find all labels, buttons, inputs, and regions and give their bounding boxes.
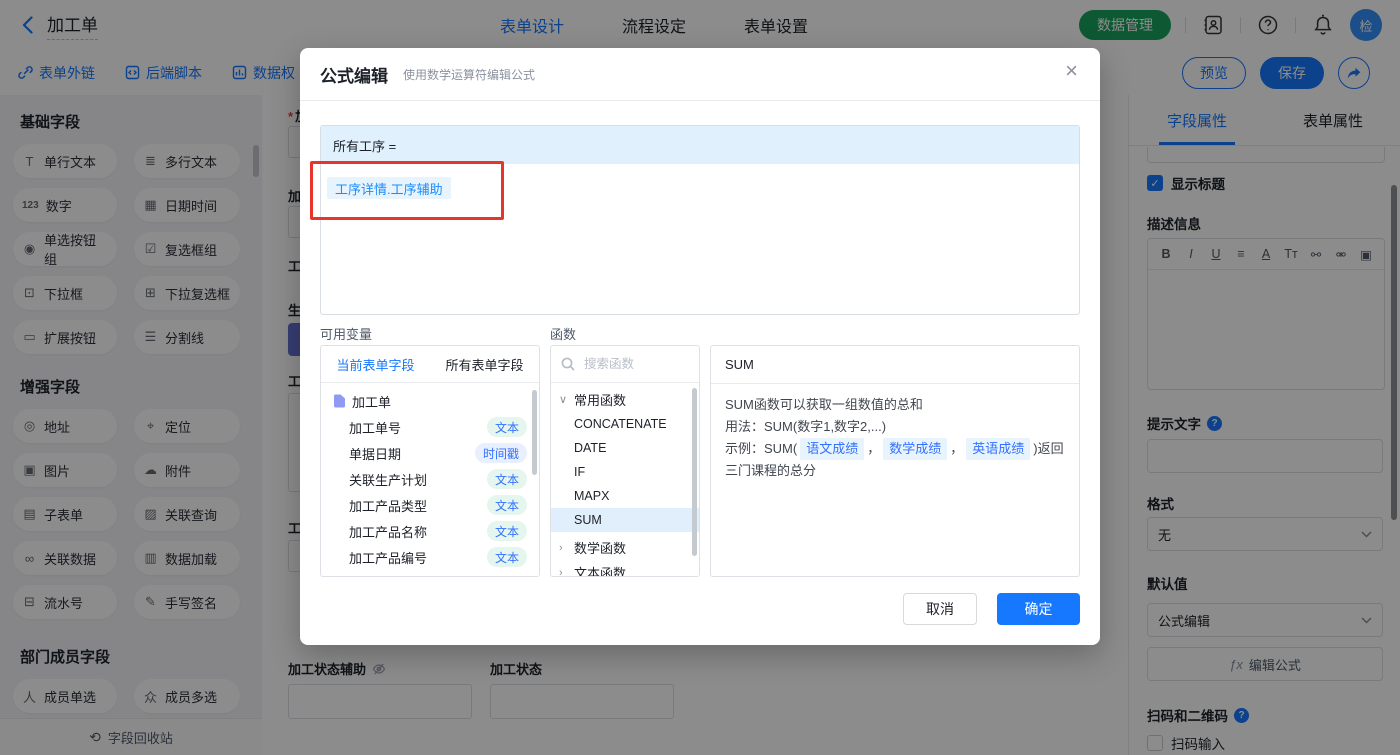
function-item[interactable]: IF bbox=[551, 460, 699, 484]
close-icon[interactable]: × bbox=[1065, 60, 1078, 82]
function-item[interactable]: MAPX bbox=[551, 484, 699, 508]
chevron-closed-icon: › bbox=[559, 541, 563, 554]
example-chip: 数学成绩 bbox=[883, 438, 948, 460]
variable-row[interactable]: 关联生产计划 文本 bbox=[321, 466, 539, 492]
form-icon bbox=[334, 394, 345, 408]
type-badge: 文本 bbox=[486, 495, 527, 515]
function-item[interactable]: CONCATENATE bbox=[551, 412, 699, 436]
example-chip: 英语成绩 bbox=[966, 438, 1031, 460]
functions-panel: ∨常用函数 CONCATENATE DATE IF MAPX SUM ›数学函数… bbox=[550, 345, 700, 577]
function-description: SUM函数可以获取一组数值的总和 bbox=[725, 397, 923, 412]
function-item[interactable]: DATE bbox=[551, 436, 699, 460]
variables-label: 可用变量 bbox=[320, 327, 373, 342]
app-screen: 加工单 表单设计 流程设定 表单设置 数据管理 检 表单外链 后端脚本 数据权 … bbox=[0, 0, 1400, 755]
formula-editor[interactable]: 所有工序 = bbox=[320, 125, 1080, 315]
function-example: 示例：SUM(语文成绩，数学成绩，英语成绩)返回三门课程的总分 bbox=[725, 438, 1065, 482]
variable-row[interactable]: 加工单号 文本 bbox=[321, 414, 539, 440]
variable-row[interactable]: 加工产品编号 文本 bbox=[321, 544, 539, 570]
modal-subtitle: 使用数学运算符编辑公式 bbox=[403, 67, 536, 82]
chevron-closed-icon: › bbox=[559, 566, 563, 577]
tab-current-form-fields[interactable]: 当前表单字段 bbox=[321, 355, 430, 374]
group-common-functions[interactable]: ∨ 常用函数 bbox=[551, 387, 699, 412]
function-search-input[interactable] bbox=[582, 356, 686, 372]
function-item-selected[interactable]: SUM bbox=[551, 508, 699, 532]
type-badge: 文本 bbox=[486, 547, 527, 567]
tab-all-form-fields[interactable]: 所有表单字段 bbox=[430, 355, 539, 374]
variable-row[interactable]: 加工产品类型 文本 bbox=[321, 492, 539, 518]
type-badge: 时间戳 bbox=[474, 443, 527, 463]
variable-row[interactable]: 加工产品名称 文本 bbox=[321, 518, 539, 544]
functions-label: 函数 bbox=[550, 327, 577, 342]
group-text-functions[interactable]: › 文本函数 bbox=[551, 560, 699, 577]
type-badge: 文本 bbox=[486, 521, 527, 541]
function-usage: 用法：SUM(数字1,数字2,...) bbox=[725, 419, 887, 434]
functions-scrollbar[interactable] bbox=[692, 388, 697, 556]
function-search[interactable] bbox=[551, 346, 699, 383]
modal-title: 公式编辑 bbox=[320, 66, 388, 86]
formula-token[interactable]: 工序详情.工序辅助 bbox=[327, 177, 451, 199]
form-node[interactable]: 加工单 bbox=[321, 388, 539, 414]
type-badge: 文本 bbox=[486, 469, 527, 489]
modal-header: 公式编辑 使用数学运算符编辑公式 × bbox=[300, 48, 1100, 101]
function-info-panel: SUM SUM函数可以获取一组数值的总和 用法：SUM(数字1,数字2,...)… bbox=[710, 345, 1080, 577]
cancel-button[interactable]: 取消 bbox=[903, 593, 977, 625]
function-name: SUM bbox=[711, 346, 1079, 384]
confirm-button[interactable]: 确定 bbox=[997, 593, 1080, 625]
chevron-open-icon: ∨ bbox=[559, 394, 568, 406]
formula-edit-modal: 公式编辑 使用数学运算符编辑公式 × 所有工序 = 工序详情.工序辅助 可用变量… bbox=[300, 48, 1100, 645]
search-icon bbox=[561, 357, 575, 371]
formula-target: 所有工序 = bbox=[321, 126, 1079, 164]
group-math-functions[interactable]: › 数学函数 bbox=[551, 535, 699, 560]
example-chip: 语文成绩 bbox=[800, 438, 865, 460]
variables-panel: 当前表单字段 所有表单字段 加工单 加工单号 文本 单据日期 时间戳 关联生产计划文… bbox=[320, 345, 540, 577]
variables-scrollbar[interactable] bbox=[532, 390, 537, 475]
type-badge: 文本 bbox=[486, 417, 527, 437]
variable-row[interactable]: 单据日期 时间戳 bbox=[321, 440, 539, 466]
